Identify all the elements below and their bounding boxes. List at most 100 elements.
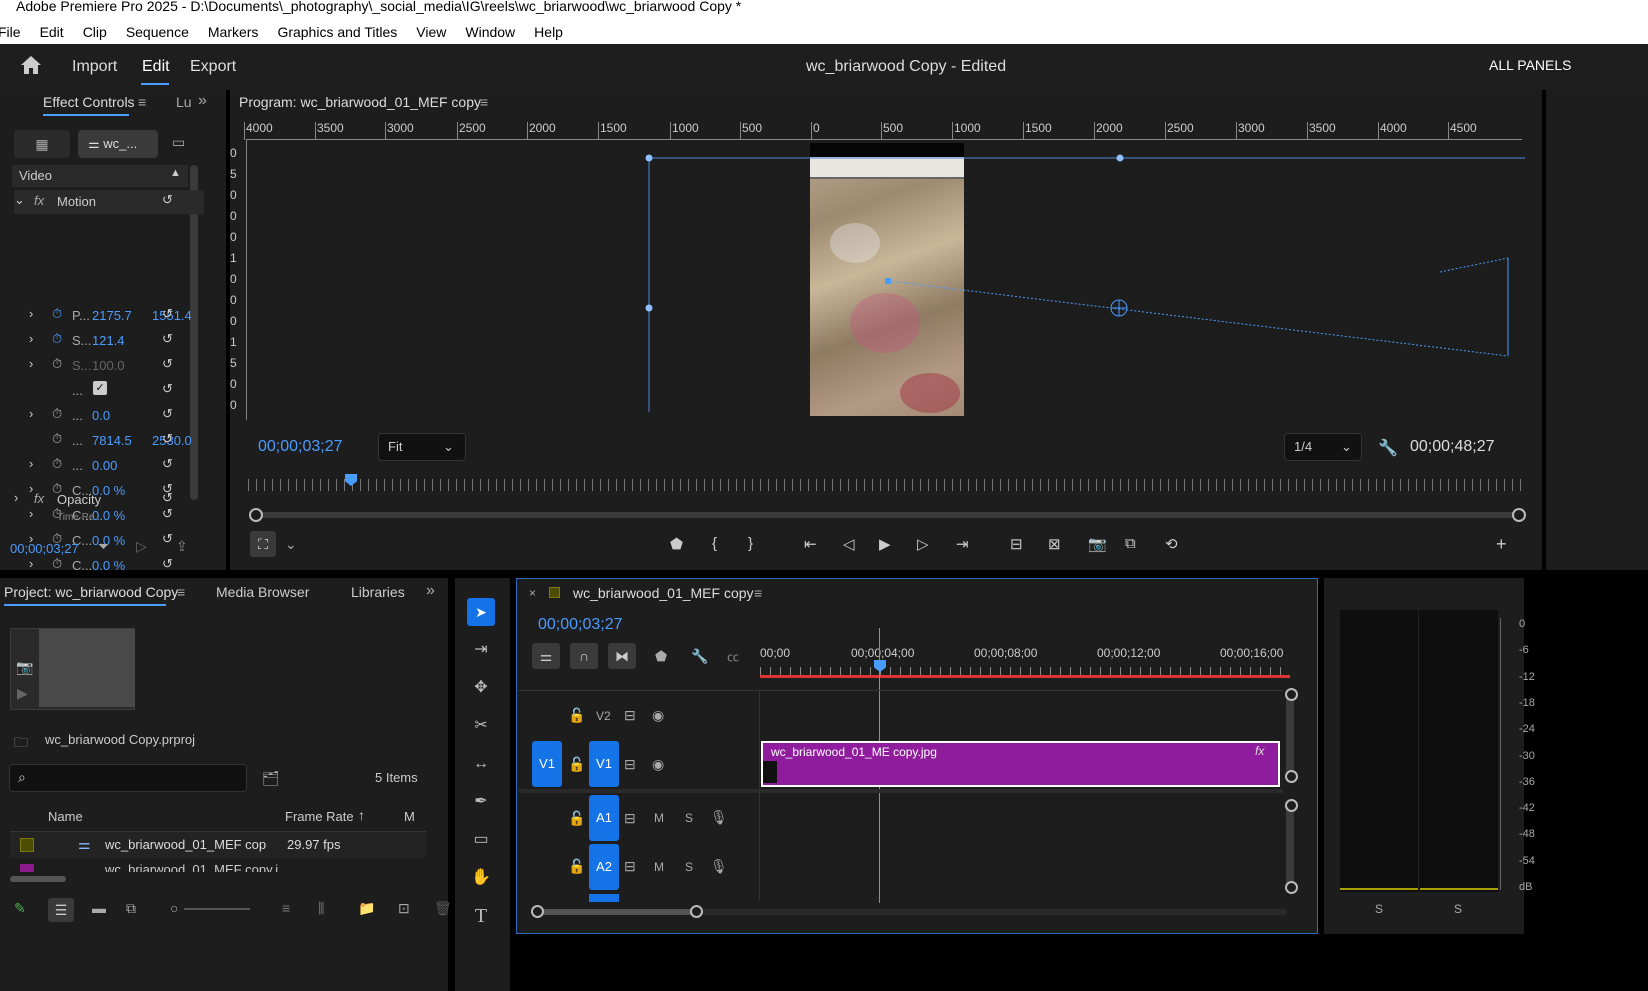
timeline-timecode[interactable]: 00;00;03;27 <box>538 616 623 634</box>
resolution-dropdown[interactable]: 1/4 ⌄ <box>1284 433 1362 461</box>
param-value[interactable]: 0.0 <box>92 408 110 423</box>
new-search-bin-icon[interactable]: 🗂 <box>262 770 280 787</box>
project-row[interactable]: wc_briarwood_01_MEF copy.j <box>10 862 426 872</box>
panel-menu-icon[interactable]: ≡ <box>480 94 488 110</box>
horizontal-scrollbar[interactable] <box>10 876 66 882</box>
insert-icon[interactable]: ⊟ <box>1010 535 1023 553</box>
chevron-right-icon[interactable]: › <box>29 356 33 371</box>
scroll-handle[interactable] <box>1285 799 1298 812</box>
video-scrollbar[interactable] <box>1286 694 1294 778</box>
program-time-ruler[interactable] <box>248 479 1524 491</box>
slip-tool-icon[interactable]: ↔ <box>469 752 493 776</box>
param-value[interactable]: 7814.5 <box>92 433 132 448</box>
effect-param-row[interactable]: › ⏱ P... 2175.7 1551.4 ↺ <box>14 304 204 328</box>
type-tool-icon[interactable]: T <box>469 904 493 928</box>
menu-edit[interactable]: Edit <box>40 24 64 40</box>
sequence-tab[interactable]: wc_briarwood_01_MEF copy <box>573 585 754 601</box>
scroll-handle-left[interactable] <box>249 508 263 522</box>
zoom-slider-handle[interactable]: ○ <box>170 900 178 916</box>
effect-param-row[interactable]: › ⏱... 0.00 ↺ <box>14 454 204 478</box>
tab-edit[interactable]: Edit <box>142 58 170 76</box>
show-sequence-icon[interactable]: ▦ <box>14 130 70 158</box>
sync-lock-icon[interactable]: ⊟ <box>624 858 636 875</box>
compare-view-icon[interactable]: ⧉ <box>1125 535 1136 552</box>
all-panels-button[interactable]: ALL PANELS <box>1489 57 1572 73</box>
solo-button[interactable]: S <box>685 860 693 874</box>
reset-icon[interactable]: ↺ <box>162 406 173 422</box>
label-color-swatch[interactable] <box>20 864 34 872</box>
toggle-timeline-view-icon[interactable]: ▭ <box>172 134 185 151</box>
insert-sequence-icon[interactable]: ⚌ <box>532 643 560 669</box>
reset-icon[interactable]: ↺ <box>162 531 173 547</box>
stopwatch-icon[interactable]: ⏱ <box>52 556 62 572</box>
lock-icon[interactable]: 🔓 <box>568 810 585 827</box>
sync-lock-icon[interactable]: ⊟ <box>624 810 636 827</box>
freeform-view-icon[interactable]: ⧉ <box>126 900 136 917</box>
menu-window[interactable]: Window <box>465 24 515 40</box>
reset-icon[interactable]: ↺ <box>162 556 173 572</box>
scroll-handle[interactable] <box>1285 770 1298 783</box>
razor-tool-icon[interactable]: ✂ <box>469 714 493 738</box>
track-a3-target[interactable] <box>589 894 619 902</box>
project-search-field[interactable]: ⌕ <box>9 764 247 792</box>
sync-lock-icon[interactable]: ⊟ <box>624 756 636 773</box>
wrench-icon[interactable]: 🔧 <box>691 648 708 665</box>
chevron-down-icon[interactable]: ⌄ <box>14 192 25 208</box>
close-icon[interactable]: × <box>529 586 536 600</box>
reset-icon[interactable]: ↺ <box>162 431 173 447</box>
pen-tool-icon[interactable]: ✒ <box>469 790 493 814</box>
track-a2-target[interactable]: A2 <box>589 844 619 890</box>
search-input[interactable] <box>40 768 240 788</box>
lock-icon[interactable]: 🔓 <box>568 756 585 773</box>
menu-graphics[interactable]: Graphics and Titles <box>277 24 397 40</box>
mute-button[interactable]: M <box>654 811 664 825</box>
audio-scrollbar[interactable] <box>1286 804 1294 888</box>
param-value[interactable]: 2175.7 <box>92 308 132 323</box>
panel-menu-icon[interactable]: ≡ <box>138 94 146 110</box>
play-icon[interactable]: ▶ <box>879 535 891 553</box>
selection-tool-icon[interactable]: ➤ <box>467 598 495 626</box>
column-frame-rate[interactable]: Frame Rate <box>285 809 354 824</box>
panel-menu-icon[interactable]: ≡ <box>177 584 185 600</box>
checkbox[interactable]: ✓ <box>93 381 107 395</box>
tab-lumetri[interactable]: Lu <box>176 94 192 110</box>
tab-export[interactable]: Export <box>190 58 236 76</box>
go-to-in-icon[interactable]: ⇤ <box>804 535 817 553</box>
zoom-fit-dropdown[interactable]: Fit ⌄ <box>378 433 466 461</box>
param-value[interactable]: 0.00 <box>92 458 117 473</box>
param-value[interactable]: 121.4 <box>92 333 125 348</box>
tab-libraries[interactable]: Libraries <box>351 584 405 600</box>
filter-icon[interactable]: ⏷ <box>98 538 109 555</box>
scroll-handle-right[interactable] <box>1512 508 1526 522</box>
timeline-hscroll-thumb[interactable] <box>537 909 697 915</box>
tab-import[interactable]: Import <box>72 58 117 76</box>
trash-icon[interactable]: 🗑 <box>434 900 452 917</box>
captions-icon[interactable]: ㏄ <box>727 648 739 665</box>
chevron-right-icon[interactable]: › <box>14 490 18 505</box>
effect-param-row[interactable]: › ⏱ S... 121.4 ↺ <box>14 329 204 353</box>
reset-icon[interactable]: ↺ <box>162 331 173 347</box>
time-remap-row[interactable]: Time Re... <box>14 512 204 522</box>
wrench-icon[interactable]: 🔧 <box>1378 438 1398 458</box>
menu-sequence[interactable]: Sequence <box>126 24 189 40</box>
reset-icon[interactable]: ↺ <box>162 356 173 372</box>
microphone-icon[interactable]: 🎙 <box>710 809 728 826</box>
more-panels-icon[interactable]: » <box>198 92 207 110</box>
chevron-right-icon[interactable]: › <box>29 331 33 346</box>
more-panels-icon[interactable]: » <box>426 582 435 600</box>
add-button-icon[interactable]: + <box>1496 534 1507 555</box>
menu-view[interactable]: View <box>416 24 446 40</box>
stopwatch-icon[interactable]: ⏱ <box>52 431 62 447</box>
stopwatch-icon[interactable]: ⏱ <box>52 406 62 422</box>
step-forward-icon[interactable]: ▷ <box>917 535 929 553</box>
source-patch-v1[interactable]: V1 <box>532 741 562 787</box>
chevron-down-icon[interactable]: ⌄ <box>285 536 297 553</box>
scroll-handle-left[interactable] <box>531 905 544 918</box>
stopwatch-icon[interactable]: ⏱ <box>52 456 62 472</box>
work-area-bar[interactable] <box>760 675 1290 678</box>
lock-icon[interactable]: 🔓 <box>568 707 585 724</box>
scroll-handle-right[interactable] <box>690 905 703 918</box>
ec-timecode[interactable]: 00;00;03;27 <box>10 541 79 556</box>
menu-file[interactable]: File <box>0 24 21 40</box>
project-thumbnail[interactable]: 📷 ▶ <box>10 628 135 710</box>
